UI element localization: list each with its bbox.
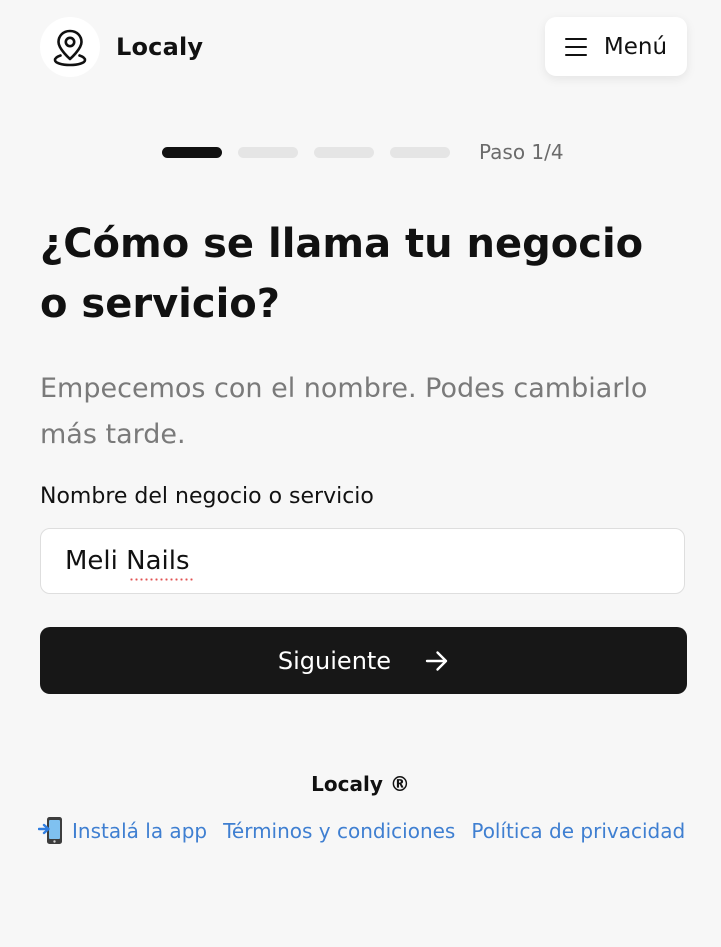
install-app-link[interactable]: Instalá la app bbox=[38, 816, 207, 845]
brand[interactable]: Localy bbox=[40, 17, 203, 77]
footer-brand: Localy ® bbox=[311, 772, 410, 796]
progress-step-2 bbox=[238, 147, 298, 158]
top-bar: Localy Menú bbox=[0, 0, 721, 100]
spellcheck-underline bbox=[129, 578, 195, 581]
progress-step-3 bbox=[314, 147, 374, 158]
page-title: ¿Cómo se llama tu negocio o servicio? bbox=[40, 221, 644, 327]
menu-button[interactable]: Menú bbox=[545, 17, 687, 76]
arrow-right-icon bbox=[425, 650, 449, 672]
terms-link[interactable]: Términos y condiciones bbox=[223, 819, 455, 843]
mobile-phone-icon bbox=[38, 817, 62, 844]
brand-name: Localy bbox=[116, 33, 204, 61]
page-subtitle: Empecemos con el nombre. Podes cambiarlo… bbox=[40, 373, 648, 450]
menu-label: Menú bbox=[603, 33, 668, 60]
step-label: Paso 1/4 bbox=[479, 140, 564, 164]
progress-step-4 bbox=[390, 147, 450, 158]
privacy-link[interactable]: Política de privacidad bbox=[471, 819, 685, 843]
footer-links: Instalá la app Términos y condiciones Po… bbox=[38, 816, 685, 845]
map-pin-icon bbox=[53, 29, 87, 67]
business-name-field[interactable] bbox=[40, 528, 685, 594]
next-button[interactable]: Siguiente bbox=[40, 627, 687, 694]
install-app-label: Instalá la app bbox=[72, 818, 208, 843]
business-name-label: Nombre del negocio o servicio bbox=[40, 484, 374, 509]
progress-step-1 bbox=[162, 147, 222, 158]
progress-indicator bbox=[162, 147, 466, 158]
logo bbox=[40, 17, 100, 77]
next-button-label: Siguiente bbox=[277, 646, 392, 675]
hamburger-icon bbox=[564, 37, 587, 56]
business-name-input[interactable] bbox=[41, 529, 684, 593]
